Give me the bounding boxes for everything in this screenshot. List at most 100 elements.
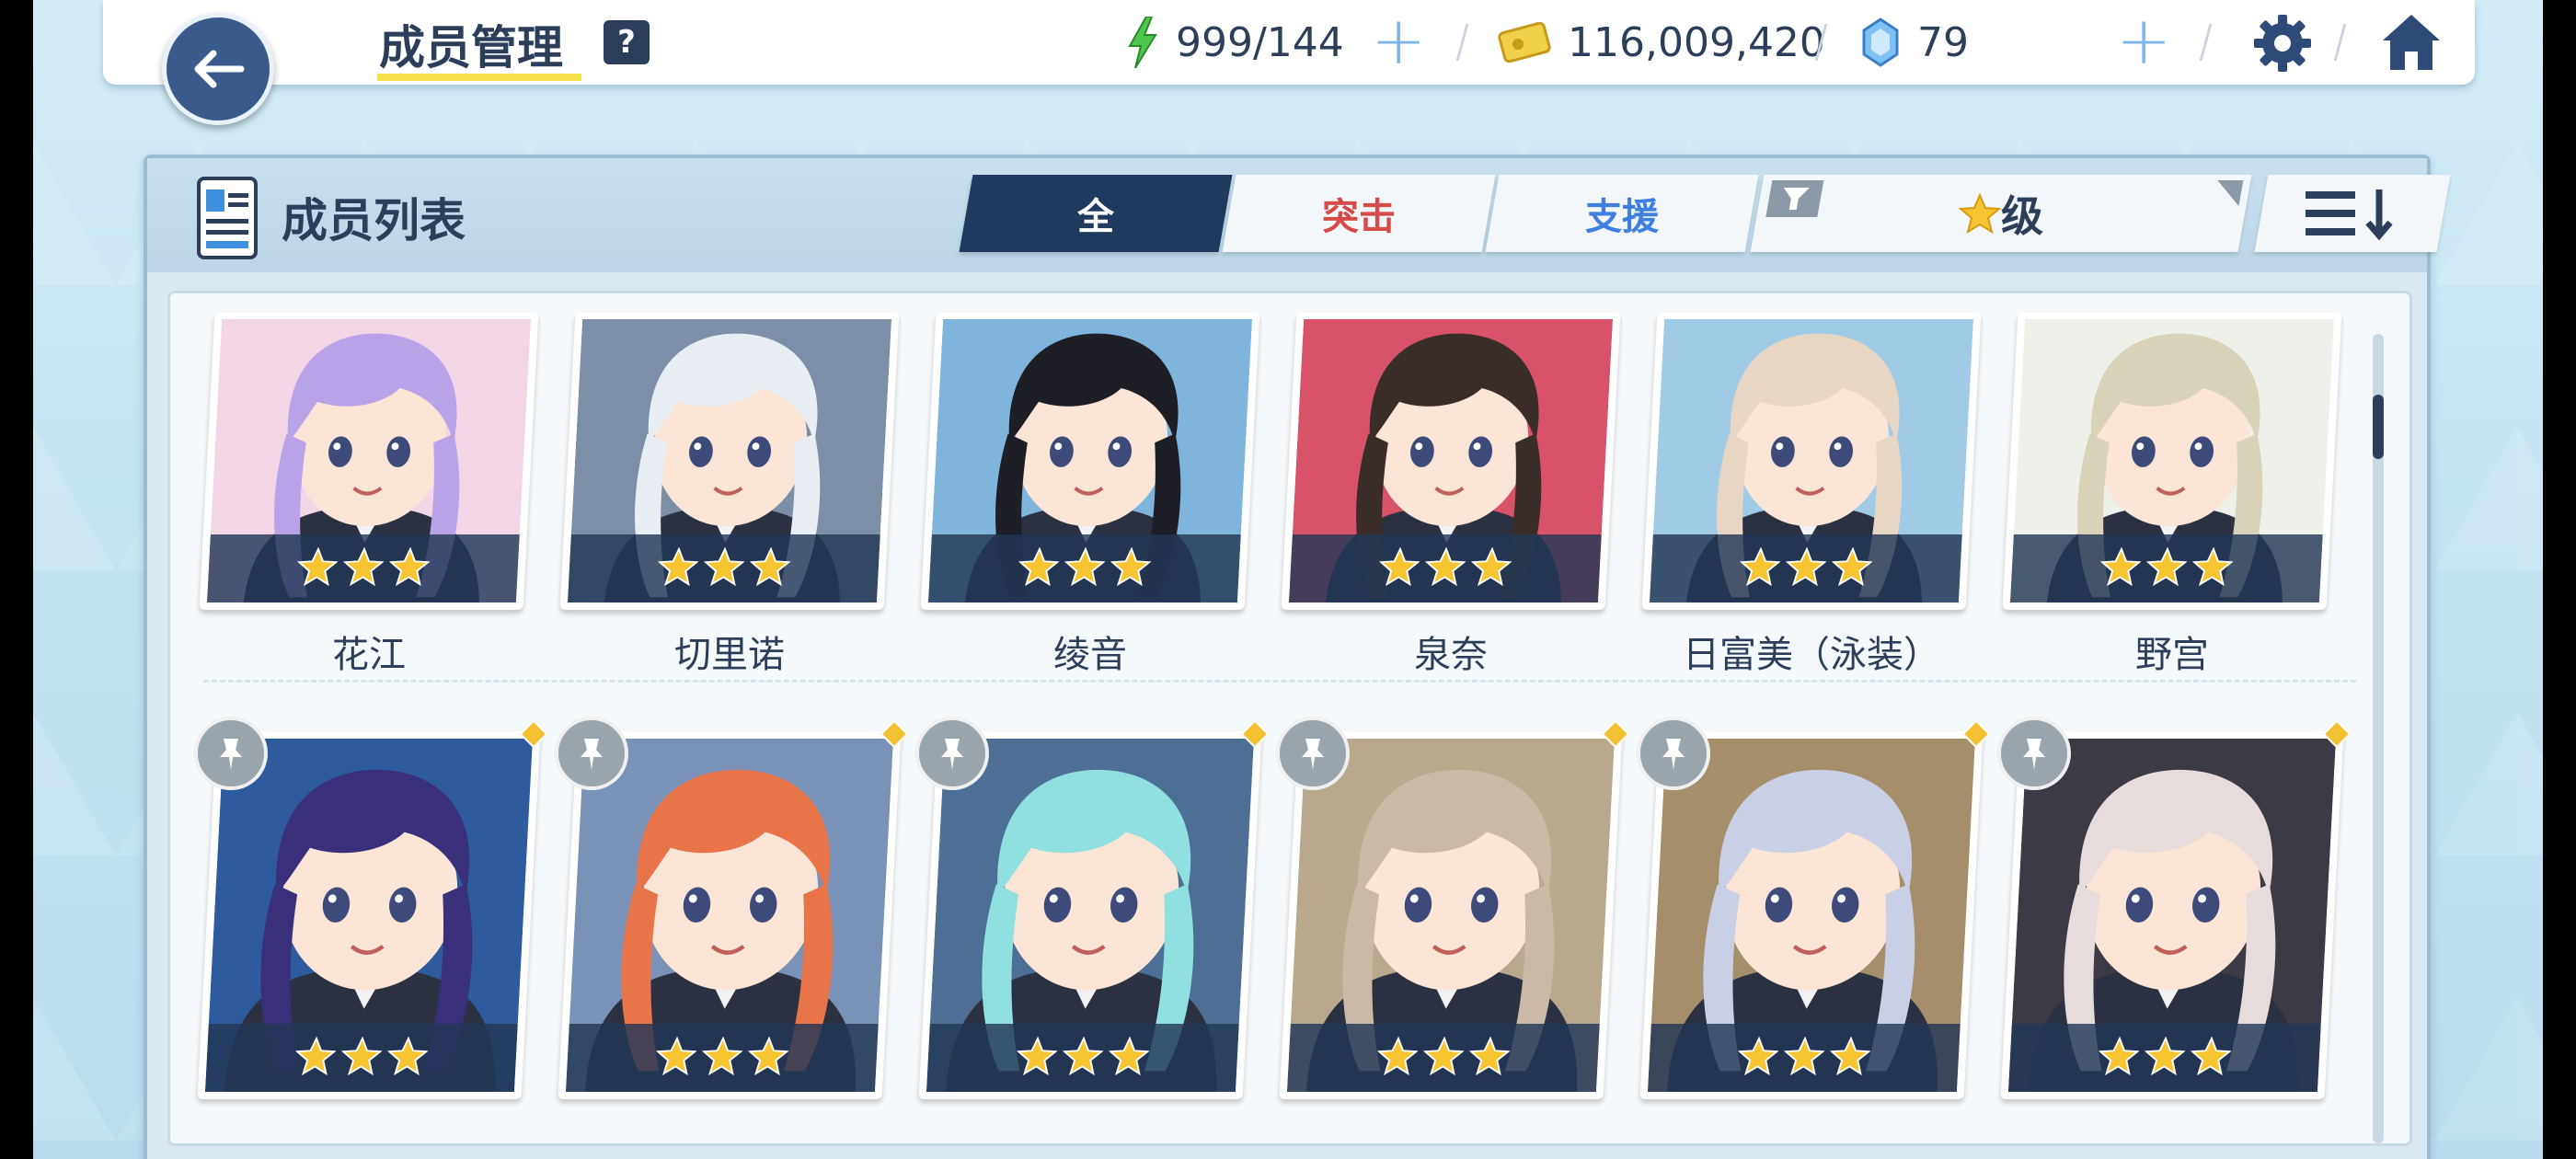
star-icon: [657, 546, 699, 590]
member-portrait: [565, 739, 894, 1092]
member-list-panel: 成员列表 全 突击 支援 级 花江 切里诺 绫音 泉奈 日富美（泳装） 野宫: [144, 155, 2451, 1159]
member-portrait: [1649, 319, 1974, 602]
star-icon: [294, 1036, 337, 1079]
member-list-icon: [197, 177, 258, 259]
star-rating: [567, 534, 880, 602]
lightning-icon: [1126, 17, 1159, 68]
star-rating: [1288, 534, 1602, 602]
star-icon: [1468, 1036, 1511, 1079]
star-icon: [1376, 1036, 1419, 1079]
member-portrait: [206, 319, 532, 602]
member-portrait-frame: [197, 731, 541, 1099]
star-icon: [1064, 546, 1106, 590]
game-screen: 成员管理 ? 999/144 + 116,009,420 79 + 成员列表 全…: [33, 0, 2543, 1159]
star-rating: [1649, 534, 1962, 602]
star-icon: [1783, 1036, 1825, 1079]
divider: [1455, 24, 1469, 61]
add-energy-button[interactable]: +: [1371, 7, 1426, 74]
gems-value: 79: [1917, 18, 1969, 66]
energy-display: 999/144: [1126, 17, 1344, 68]
member-portrait: [1286, 739, 1616, 1092]
arrow-left-icon: [194, 50, 245, 88]
add-gems-button[interactable]: +: [2116, 7, 2171, 74]
member-portrait: [2007, 739, 2337, 1092]
sort-button[interactable]: [2254, 175, 2451, 252]
pin-icon[interactable]: [1997, 717, 2071, 790]
member-portrait-frame: [2002, 312, 2342, 610]
filter-label: 级: [2001, 191, 2043, 241]
star-icon: [2191, 546, 2234, 590]
star-rating: [1286, 1024, 1600, 1092]
filter-dropdown[interactable]: 级: [1750, 175, 2252, 252]
type-tabs: 全 突击 支援: [959, 175, 1759, 252]
member-portrait: [927, 319, 1253, 602]
member-portrait-frame: [918, 731, 1262, 1099]
star-icon: [1016, 1036, 1058, 1079]
star-icon: [1424, 546, 1466, 590]
star-icon: [1110, 546, 1152, 590]
member-portrait-frame: [1641, 312, 1982, 610]
top-bar: 成员管理 ? 999/144 + 116,009,420 79 +: [103, 0, 2475, 85]
member-portrait-frame: [558, 731, 902, 1099]
star-icon: [2098, 1036, 2140, 1079]
member-name: 野宫: [2135, 634, 2209, 676]
star-rating: [2007, 1024, 2321, 1092]
title-underline: [377, 74, 581, 81]
member-portrait-frame: [1281, 312, 1621, 610]
help-button[interactable]: ?: [604, 20, 650, 64]
star-icon: [1018, 546, 1060, 590]
star-rating: [1647, 1024, 1961, 1092]
star-icon: [2144, 1036, 2186, 1079]
credits-value: 116,009,420: [1568, 18, 1825, 66]
star-icon: [1378, 546, 1420, 590]
pin-icon[interactable]: [555, 717, 628, 790]
gear-icon[interactable]: [2250, 11, 2315, 75]
energy-value: 999/144: [1176, 18, 1344, 66]
star-icon: [749, 546, 791, 590]
member-name: 切里诺: [674, 634, 785, 676]
member-portrait: [926, 739, 1255, 1092]
crystal-icon: [1860, 17, 1901, 67]
star-icon: [747, 1036, 789, 1079]
star-rating: [926, 1024, 1239, 1092]
member-portrait: [1647, 739, 1976, 1092]
tab-assault[interactable]: 突击: [1222, 175, 1496, 252]
page-title: 成员管理: [379, 21, 563, 75]
star-rating: [204, 1024, 518, 1092]
tab-all[interactable]: 全: [959, 175, 1233, 252]
star-icon: [1737, 1036, 1779, 1079]
divider: [2199, 24, 2213, 61]
star-icon: [342, 546, 385, 590]
back-button[interactable]: [162, 13, 274, 125]
tab-support[interactable]: 支援: [1485, 175, 1759, 252]
star-rating: [565, 1024, 879, 1092]
star-rating: [2009, 534, 2323, 602]
member-portrait: [204, 739, 534, 1092]
star-icon: [2145, 546, 2188, 590]
member-portrait: [1288, 319, 1614, 602]
pin-icon[interactable]: [915, 717, 989, 790]
divider: [2333, 24, 2347, 61]
row-divider: [203, 680, 2356, 683]
member-name: 泉奈: [1414, 634, 1488, 676]
pin-icon[interactable]: [1276, 717, 1350, 790]
scrollbar-thumb[interactable]: [2373, 395, 2384, 459]
home-icon[interactable]: [2379, 11, 2444, 75]
star-icon: [340, 1036, 383, 1079]
star-icon: [701, 1036, 743, 1079]
star-icon: [1959, 193, 2001, 234]
star-icon: [388, 546, 431, 590]
member-portrait-frame: [920, 312, 1260, 610]
dropdown-corner-icon: [2213, 180, 2244, 206]
credits-display: 116,009,420: [1498, 17, 1825, 68]
star-icon: [2190, 1036, 2232, 1079]
member-name: 花江: [332, 634, 406, 676]
member-portrait: [567, 319, 892, 602]
star-icon: [703, 546, 745, 590]
member-portrait-frame: [2000, 731, 2344, 1099]
pin-icon[interactable]: [194, 717, 268, 790]
star-icon: [1785, 546, 1827, 590]
member-portrait-frame: [199, 312, 539, 610]
star-icon: [1108, 1036, 1150, 1079]
pin-icon[interactable]: [1637, 717, 1710, 790]
